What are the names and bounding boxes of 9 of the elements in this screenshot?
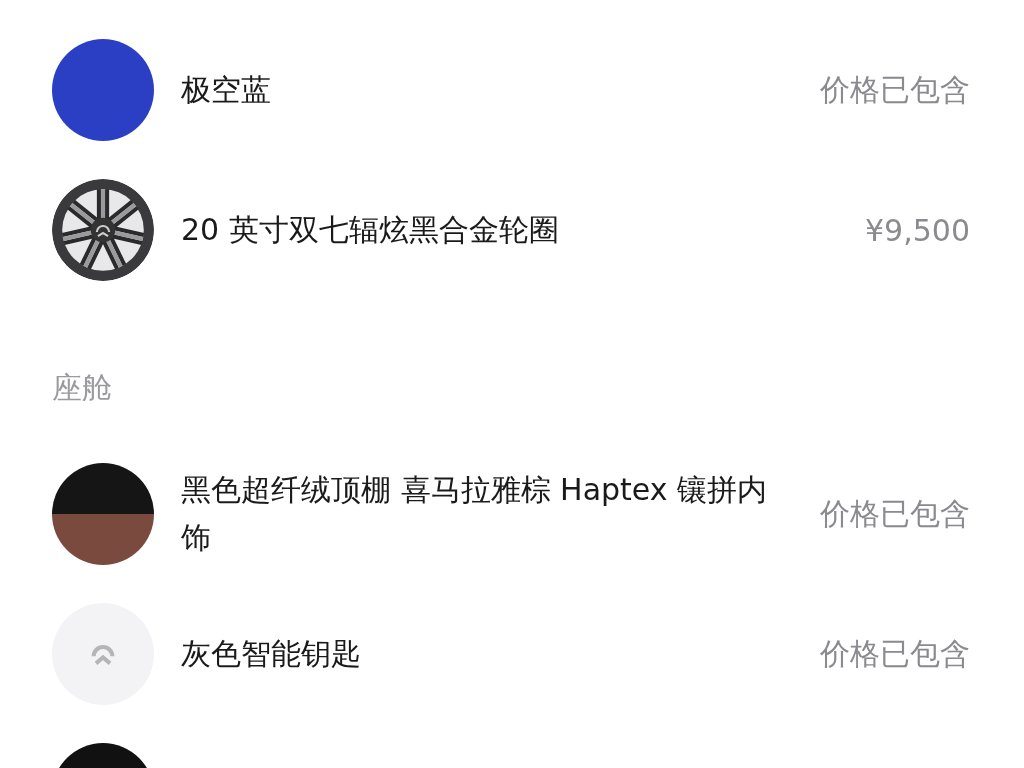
option-price: 价格已包含 — [820, 494, 970, 533]
option-price: 价格已包含 — [820, 634, 970, 673]
option-name: 黑色超纤绒顶棚 喜马拉雅棕 Haptex 镶拼内饰 — [181, 471, 769, 557]
option-price: 价格已包含 — [820, 70, 970, 109]
option-name: 20 英寸双七辐炫黑合金轮圈 — [181, 211, 560, 249]
option-name: 灰色智能钥匙 — [181, 635, 362, 673]
section-title: 座舱 — [52, 369, 113, 407]
option-name: 极空蓝 — [181, 71, 272, 109]
option-price: ¥9,500 — [865, 212, 970, 248]
